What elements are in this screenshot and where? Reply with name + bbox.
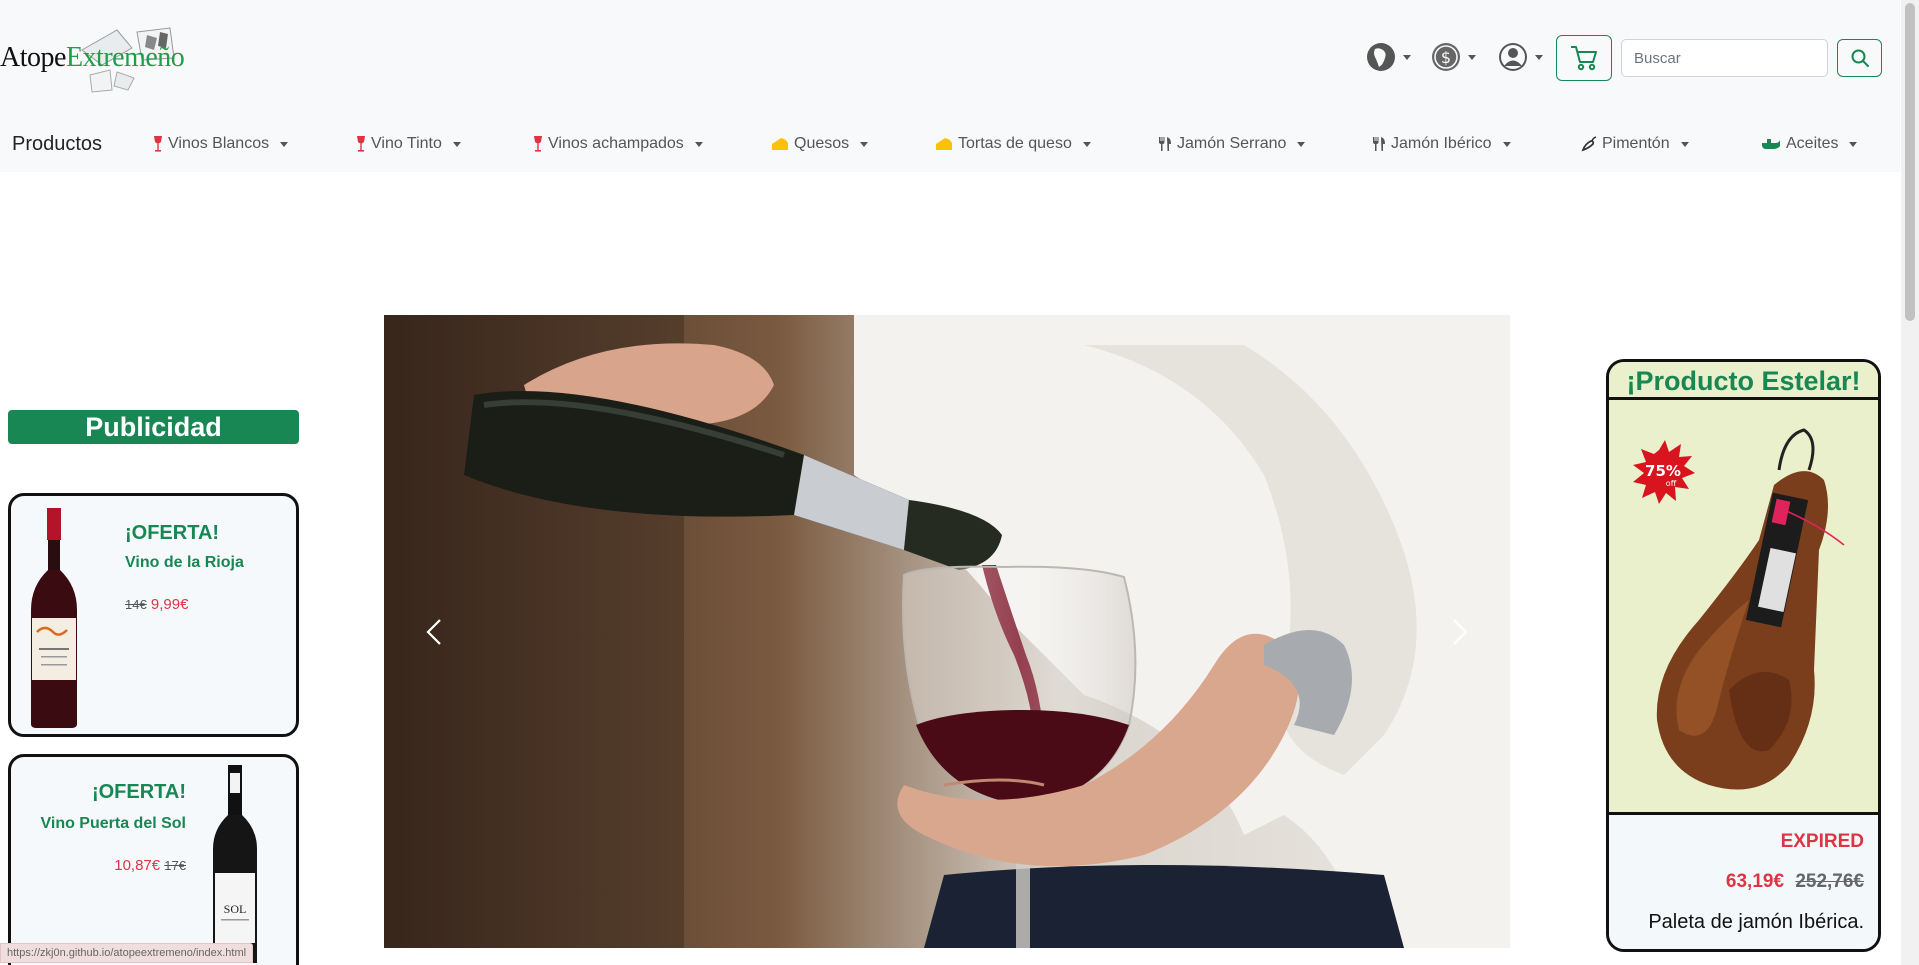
search-icon — [1851, 49, 1869, 67]
user-dropdown[interactable] — [1497, 41, 1543, 73]
utensils-icon — [1159, 137, 1171, 151]
logo-text-part2: Extremeño — [65, 42, 185, 73]
ad-offer-label: ¡OFERTA! — [91, 781, 186, 803]
nav-item-vinos-achampados[interactable]: Vinos achampados — [533, 135, 703, 153]
search-input[interactable] — [1621, 39, 1828, 77]
ad-old-price: 14€ — [125, 597, 147, 612]
svg-text:$: $ — [1441, 48, 1451, 67]
ad-product-name: Vino Puerta del Sol — [40, 815, 186, 832]
status-bar-url: https://zkj0n.github.io/atopeextremeno/i… — [0, 943, 254, 963]
cheese-icon — [936, 138, 952, 150]
hero-carousel — [384, 315, 1510, 948]
nav-item-label: Tortas de queso — [958, 135, 1072, 152]
page: AtopeExtremeño $ Buscar Productos Vinos … — [0, 0, 1919, 965]
ad-product-name: Vino de la Rioja — [125, 554, 244, 571]
ad-price: 9,99€ — [150, 596, 189, 613]
nav-item-pimenton[interactable]: Pimentón — [1581, 135, 1689, 153]
main-nav: Productos Vinos Blancos Vino Tinto Vinos… — [0, 125, 1900, 165]
featured-old-price: 252,76€ — [1795, 871, 1864, 892]
cart-icon — [1571, 46, 1597, 71]
nav-item-label: Vinos achampados — [548, 135, 684, 152]
nav-item-label: Pimentón — [1602, 135, 1670, 152]
wine-bottle-image — [31, 508, 77, 728]
wine-pouring-image — [384, 315, 1510, 948]
nav-item-quesos[interactable]: Quesos — [771, 135, 869, 153]
nav-item-label: Jamón Serrano — [1177, 135, 1287, 152]
header: AtopeExtremeño $ Buscar Productos Vinos … — [0, 0, 1900, 172]
featured-status: EXPIRED — [1780, 831, 1864, 852]
oil-lamp-icon — [1762, 139, 1780, 149]
logo-text-part1: Atope — [0, 42, 66, 73]
language-dropdown[interactable] — [1365, 41, 1411, 73]
page-scrollbar[interactable] — [1901, 0, 1919, 965]
nav-item-aceites[interactable]: Aceites — [1761, 135, 1858, 153]
svg-text:SOL: SOL — [224, 902, 247, 916]
chevron-right-icon — [1453, 618, 1468, 645]
pepper-icon — [1581, 136, 1597, 152]
featured-title: ¡Producto Estelar! — [1609, 362, 1878, 400]
ad-card-rioja[interactable]: ¡OFERTA! Vino de la Rioja 14€ 9,99€ — [8, 493, 299, 737]
ad-price: 10,87€ — [114, 857, 161, 874]
ad-card-puerta-del-sol[interactable]: ¡OFERTA! Vino Puerta del Sol 10,87€ 17€ … — [8, 754, 299, 965]
featured-product-name: Paleta de jamón Ibérica. — [1648, 911, 1864, 933]
nav-item-jamon-iberico[interactable]: Jamón Ibérico — [1372, 135, 1511, 153]
ham-leg-image: 75% off — [1633, 428, 1845, 790]
search-button[interactable] — [1837, 39, 1882, 77]
scrollbar-thumb[interactable] — [1905, 3, 1915, 321]
nav-item-label: Vino Tinto — [371, 135, 442, 152]
featured-price: 63,19€ — [1725, 871, 1785, 892]
utensils-icon — [1373, 137, 1385, 151]
nav-item-tortas-de-queso[interactable]: Tortas de queso — [935, 135, 1091, 153]
ad-old-price: 17€ — [164, 858, 186, 873]
chevron-left-icon — [426, 618, 441, 645]
wine-bottle-image: SOL — [213, 765, 257, 963]
featured-image-area: 75% off — [1609, 400, 1878, 815]
nav-item-label: Jamón Ibérico — [1391, 135, 1492, 152]
nav-brand[interactable]: Productos — [12, 133, 102, 156]
wine-glass-icon — [534, 136, 542, 152]
wine-glass-icon — [154, 136, 162, 152]
nav-item-vinos-blancos[interactable]: Vinos Blancos — [153, 135, 289, 153]
nav-item-label: Vinos Blancos — [168, 135, 270, 152]
carousel-next-button[interactable] — [1410, 315, 1510, 948]
site-logo[interactable]: AtopeExtremeño — [0, 20, 200, 95]
carousel-prev-button[interactable] — [384, 315, 484, 948]
cheese-icon — [772, 138, 788, 150]
user-circle-icon — [1499, 43, 1527, 71]
svg-text:off: off — [1666, 479, 1677, 488]
featured-product-card[interactable]: ¡Producto Estelar! 75% off EXPIRED 63,19… — [1606, 359, 1881, 952]
cart-button[interactable] — [1556, 35, 1612, 81]
wine-glass-icon — [357, 136, 365, 152]
nav-item-jamon-serrano[interactable]: Jamón Serrano — [1158, 135, 1306, 153]
globe-africa-icon — [1367, 43, 1395, 71]
dollar-circle-icon: $ — [1432, 43, 1460, 71]
nav-item-vino-tinto[interactable]: Vino Tinto — [356, 135, 461, 153]
nav-item-label: Quesos — [794, 135, 850, 152]
discount-badge: 75% — [1645, 462, 1681, 480]
currency-dropdown[interactable]: $ — [1430, 41, 1476, 73]
nav-item-label: Aceites — [1786, 135, 1839, 152]
ad-offer-label: ¡OFERTA! — [125, 522, 220, 544]
advertising-title: Publicidad — [8, 410, 299, 444]
